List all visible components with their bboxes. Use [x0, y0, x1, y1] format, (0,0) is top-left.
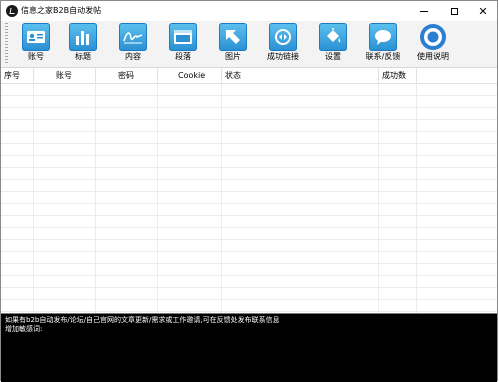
console-line: 增加敏感词:: [5, 325, 43, 333]
column-divider: [95, 84, 96, 313]
toolbar: 账号 标题 内容 段落 图片 成功链接 设置 联系/反馈 使用说明: [1, 21, 497, 68]
toolbar-label: 成功链接: [267, 52, 299, 61]
toolbar-label: 设置: [325, 52, 341, 61]
column-header-cookie[interactable]: Cookie: [158, 68, 222, 83]
window-title: 信息之家B2B自动发帖: [21, 6, 102, 15]
bar-chart-icon: [69, 23, 97, 51]
column-header-success-count[interactable]: 成功数: [379, 68, 417, 83]
maximize-icon: [450, 7, 458, 15]
paint-bucket-icon: [319, 23, 347, 51]
account-card-icon: [22, 23, 50, 51]
column-divider: [33, 84, 34, 313]
toolbar-button-feedback[interactable]: 联系/反馈: [361, 23, 405, 65]
toolbar-label: 联系/反馈: [365, 52, 401, 61]
column-header-password[interactable]: 密码: [96, 68, 158, 83]
toolbar-label: 账号: [28, 52, 44, 61]
column-header-index[interactable]: 序号: [1, 68, 34, 83]
toolbar-button-help[interactable]: 使用说明: [411, 23, 455, 65]
toolbar-button-paragraph[interactable]: 段落: [161, 23, 205, 65]
app-logo-icon: [6, 5, 18, 17]
console-line: 如果有b2b自动发布/论坛/自己官网的文章更新/需求或工作邀请,可在反馈处发布联…: [5, 316, 280, 324]
table-rows: [1, 84, 497, 313]
toolbar-label: 标题: [75, 52, 91, 61]
table-header: 序号 账号 密码 Cookie 状态 成功数: [1, 68, 497, 84]
chrome-icon: [419, 23, 447, 51]
toolbar-grip[interactable]: [5, 23, 8, 65]
toolbar-button-image[interactable]: 图片: [211, 23, 255, 65]
toolbar-button-success-links[interactable]: 成功链接: [261, 23, 305, 65]
speech-bubble-icon: [369, 23, 397, 51]
arrow-up-left-icon: [219, 23, 247, 51]
column-divider: [416, 84, 417, 313]
toolbar-button-content[interactable]: 内容: [111, 23, 155, 65]
toolbar-label: 内容: [125, 52, 141, 61]
column-header-status[interactable]: 状态: [222, 68, 379, 83]
toolbar-button-settings[interactable]: 设置: [311, 23, 355, 65]
minimize-button[interactable]: [409, 1, 439, 21]
maximize-button[interactable]: [439, 1, 469, 21]
signature-icon: [119, 23, 147, 51]
column-divider: [157, 84, 158, 313]
toolbar-label: 图片: [225, 52, 241, 61]
toolbar-label: 段落: [175, 52, 191, 61]
browser-window-icon: [169, 23, 197, 51]
accounts-table[interactable]: 序号 账号 密码 Cookie 状态 成功数: [1, 68, 497, 313]
loop-link-icon: [269, 23, 297, 51]
close-icon: ✕: [478, 4, 488, 18]
close-button[interactable]: ✕: [468, 1, 498, 21]
toolbar-button-title[interactable]: 标题: [61, 23, 105, 65]
log-console[interactable]: 如果有b2b自动发布/论坛/自己官网的文章更新/需求或工作邀请,可在反馈处发布联…: [1, 313, 497, 382]
toolbar-button-account[interactable]: 账号: [14, 23, 58, 65]
toolbar-label: 使用说明: [417, 52, 449, 61]
column-divider: [221, 84, 222, 313]
minimize-icon: [420, 10, 428, 12]
app-window: 信息之家B2B自动发帖 ✕ 账号 标题 内容 段落 图片 成功链接 设置 联系/…: [0, 0, 498, 382]
column-divider: [378, 84, 379, 313]
column-header-account[interactable]: 账号: [34, 68, 96, 83]
title-bar: 信息之家B2B自动发帖 ✕: [1, 1, 497, 21]
